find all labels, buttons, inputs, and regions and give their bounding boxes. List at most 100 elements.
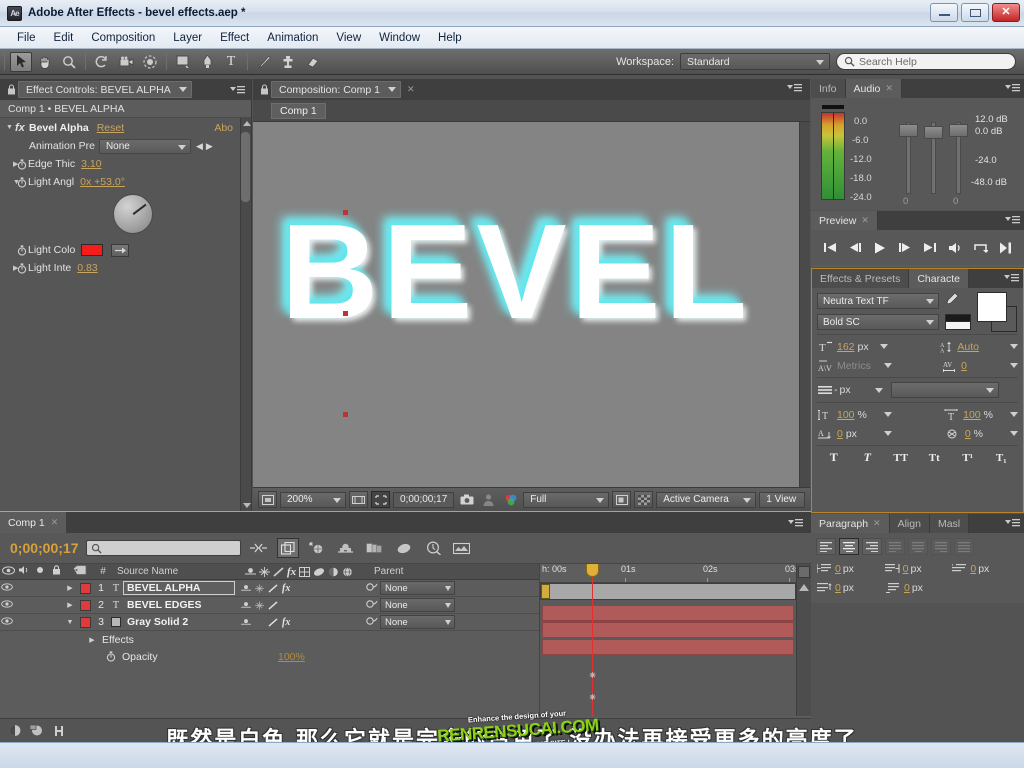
- audio-slider-knob-left[interactable]: [899, 124, 918, 137]
- preset-prev-icon[interactable]: ◀: [196, 141, 203, 152]
- light-angle-dial[interactable]: [113, 194, 153, 234]
- clone-stamp-tool[interactable]: [277, 52, 299, 72]
- layer-label-color-3[interactable]: [77, 616, 93, 628]
- layer-switches-2[interactable]: [235, 600, 360, 610]
- align-center-button[interactable]: [839, 538, 859, 555]
- live-update-icon[interactable]: [276, 538, 299, 558]
- justify-last-right-button[interactable]: [931, 538, 951, 555]
- faux-italic-button[interactable]: T: [857, 450, 877, 465]
- tracking-value[interactable]: 0: [961, 360, 967, 372]
- layer-switches-1[interactable]: fx: [235, 583, 360, 594]
- stage-text[interactable]: BEVEL: [281, 204, 751, 339]
- stopwatch-icon[interactable]: [15, 158, 28, 171]
- chevron-down-icon-16[interactable]: [883, 431, 892, 436]
- subscript-button[interactable]: T₁: [991, 452, 1011, 464]
- parent-pickwhip-3[interactable]: [366, 616, 380, 629]
- hand-tool[interactable]: [34, 52, 56, 72]
- graph-editor-icon[interactable]: [422, 538, 444, 558]
- timeline-graph-area[interactable]: h: 00s 01s 02s 03s ⁕: [539, 564, 796, 716]
- composition-tab[interactable]: Composition: Comp 1: [271, 81, 401, 98]
- chevron-down-icon-15[interactable]: [1010, 412, 1018, 417]
- playhead-handle[interactable]: [586, 564, 599, 577]
- chevron-down-icon-10[interactable]: [883, 363, 892, 368]
- audio-slider-knob-right[interactable]: [949, 124, 968, 137]
- layer-switches-3[interactable]: fx: [235, 617, 360, 628]
- panel-menu-icon-4[interactable]: [1005, 215, 1020, 227]
- animation-presets-dropdown[interactable]: None: [98, 138, 191, 154]
- effect-reset-link[interactable]: Reset: [97, 122, 124, 134]
- scrollbar-thumb[interactable]: [241, 132, 250, 202]
- chevron-down-icon-14[interactable]: [883, 412, 892, 417]
- camera-tool[interactable]: [115, 52, 137, 72]
- composition-canvas[interactable]: BEVEL: [253, 122, 810, 487]
- kerning-field[interactable]: A\V Metrics: [817, 358, 892, 373]
- menu-animation[interactable]: Animation: [258, 30, 327, 46]
- timeline-vscrollbar[interactable]: [796, 564, 811, 716]
- light-angle-value[interactable]: 0x +53.0°: [80, 176, 125, 188]
- twirl-right-icon[interactable]: ▶: [4, 160, 18, 168]
- minimize-icon[interactable]: [930, 3, 958, 22]
- twirl-down-icon[interactable]: ▼: [4, 124, 15, 131]
- leading-field[interactable]: AA Auto: [937, 339, 1018, 354]
- first-frame-button[interactable]: [820, 239, 840, 257]
- font-family-dropdown[interactable]: Neutra Text TF: [817, 293, 939, 309]
- tracking-field[interactable]: AV 0: [941, 358, 1018, 373]
- eyedropper-icon[interactable]: [111, 243, 130, 257]
- close-icon-2[interactable]: ✕: [407, 84, 415, 95]
- twirl-right-icon-4[interactable]: ▶: [63, 601, 77, 609]
- indent-left-margin-field[interactable]: 0 px: [816, 561, 884, 576]
- layer-name-3[interactable]: Gray Solid 2: [123, 616, 235, 628]
- effect-controls-tab[interactable]: Effect Controls: BEVEL ALPHA: [18, 81, 192, 98]
- tab-effects-presets[interactable]: Effects & Presets: [812, 269, 910, 288]
- menu-edit[interactable]: Edit: [45, 30, 83, 46]
- tab-paragraph[interactable]: Paragraph ✕: [811, 514, 890, 533]
- vertical-scale-value[interactable]: 100: [837, 409, 855, 421]
- close-icon-6[interactable]: ✕: [51, 517, 59, 528]
- play-button[interactable]: [870, 239, 890, 257]
- chevron-down-icon-8[interactable]: [879, 344, 888, 349]
- video-switch-3[interactable]: [0, 617, 14, 627]
- layer-label-color-1[interactable]: [77, 582, 93, 594]
- selection-handle-bl[interactable]: [343, 412, 348, 417]
- font-style-dropdown[interactable]: Bold SC: [817, 314, 939, 330]
- transparency-grid-icon[interactable]: [634, 491, 654, 508]
- stroke-type-dropdown[interactable]: [890, 382, 999, 398]
- justify-last-center-button[interactable]: [908, 538, 928, 555]
- timeline-current-time[interactable]: 0;00;00;17: [10, 540, 79, 556]
- layer-label-color-2[interactable]: [77, 599, 93, 611]
- fill-swatch[interactable]: [977, 292, 1007, 322]
- current-time-display[interactable]: 0;00;00;17: [393, 491, 455, 508]
- indent-right-margin-value[interactable]: 0: [903, 563, 909, 575]
- selection-tool[interactable]: [10, 51, 32, 72]
- menu-help[interactable]: Help: [429, 30, 471, 46]
- parent-dropdown-2[interactable]: None: [380, 598, 455, 612]
- parent-pickwhip-1[interactable]: [366, 582, 380, 595]
- keyframe-nav-icon[interactable]: [798, 566, 810, 578]
- zoom-tool[interactable]: [58, 52, 80, 72]
- tab-mask[interactable]: Masl: [929, 514, 970, 533]
- layer-name-2[interactable]: BEVEL EDGES: [123, 599, 235, 611]
- tsume-field[interactable]: 0 %: [945, 426, 1018, 441]
- previous-frame-button[interactable]: [845, 239, 865, 257]
- horizontal-scale-value[interactable]: 100: [963, 409, 981, 421]
- tab-audio[interactable]: Audio ✕: [845, 79, 902, 98]
- composition-vscrollbar[interactable]: [799, 122, 810, 487]
- type-tool[interactable]: T: [220, 52, 242, 72]
- keyframe-marker-2[interactable]: ⁕: [588, 691, 597, 704]
- twirl-down-icon-2[interactable]: ▼: [4, 179, 20, 186]
- draft-3d-icon[interactable]: [306, 538, 328, 558]
- region-of-interest-icon[interactable]: [612, 491, 632, 508]
- twirl-right-icon-5[interactable]: ▶: [86, 636, 98, 644]
- panel-menu-icon[interactable]: [230, 85, 245, 95]
- stroke-width-value[interactable]: -: [834, 384, 838, 396]
- show-channel-icon[interactable]: [501, 491, 520, 508]
- baseline-shift-value[interactable]: 0: [837, 428, 843, 440]
- close-icon[interactable]: ✕: [992, 3, 1020, 22]
- chevron-down-icon-17[interactable]: [1010, 431, 1018, 436]
- indent-first-line-value[interactable]: 0: [970, 563, 976, 575]
- brush-tool[interactable]: [253, 52, 275, 72]
- panel-menu-icon-5[interactable]: [1004, 273, 1019, 285]
- pan-behind-tool[interactable]: [139, 52, 161, 72]
- resolution-dropdown[interactable]: Full: [523, 491, 610, 508]
- hide-shy-layers-icon[interactable]: [335, 538, 357, 558]
